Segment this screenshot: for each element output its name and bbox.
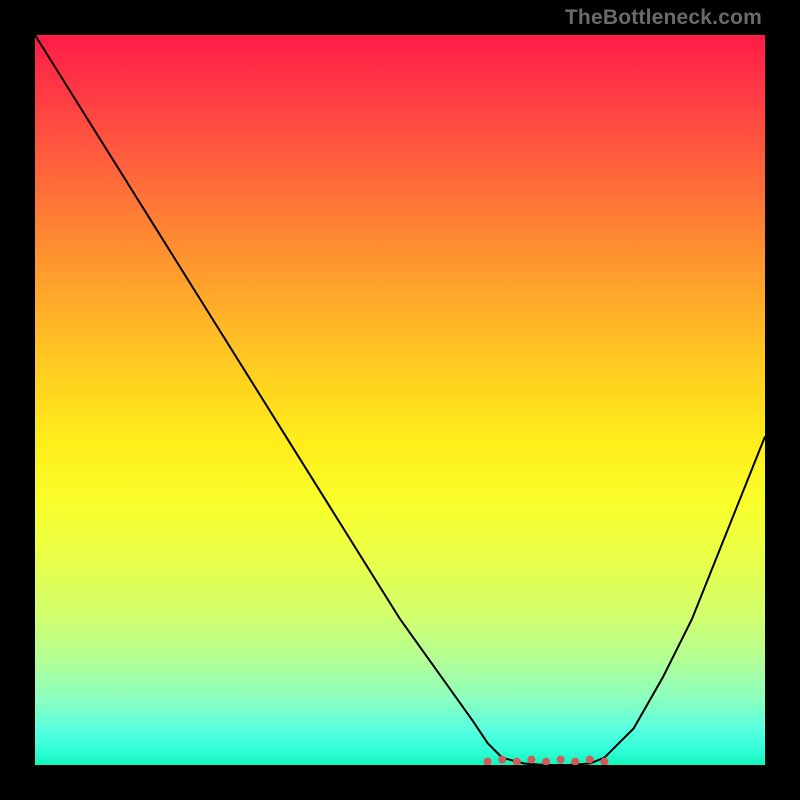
plot-area — [35, 35, 765, 765]
bottleneck-curve — [35, 35, 765, 765]
chart-container: TheBottleneck.com — [0, 0, 800, 800]
valley-marker-dot — [542, 758, 550, 765]
watermark-text: TheBottleneck.com — [565, 6, 762, 30]
valley-marker-dot — [484, 758, 492, 765]
valley-marker-dot — [527, 756, 535, 764]
valley-marker-dot — [586, 756, 594, 764]
valley-marker-dot — [513, 758, 521, 765]
valley-marker-dot — [571, 758, 579, 765]
valley-markers — [484, 756, 609, 765]
curve-svg — [35, 35, 765, 765]
valley-marker-dot — [498, 756, 506, 764]
valley-marker-dot — [557, 756, 565, 764]
